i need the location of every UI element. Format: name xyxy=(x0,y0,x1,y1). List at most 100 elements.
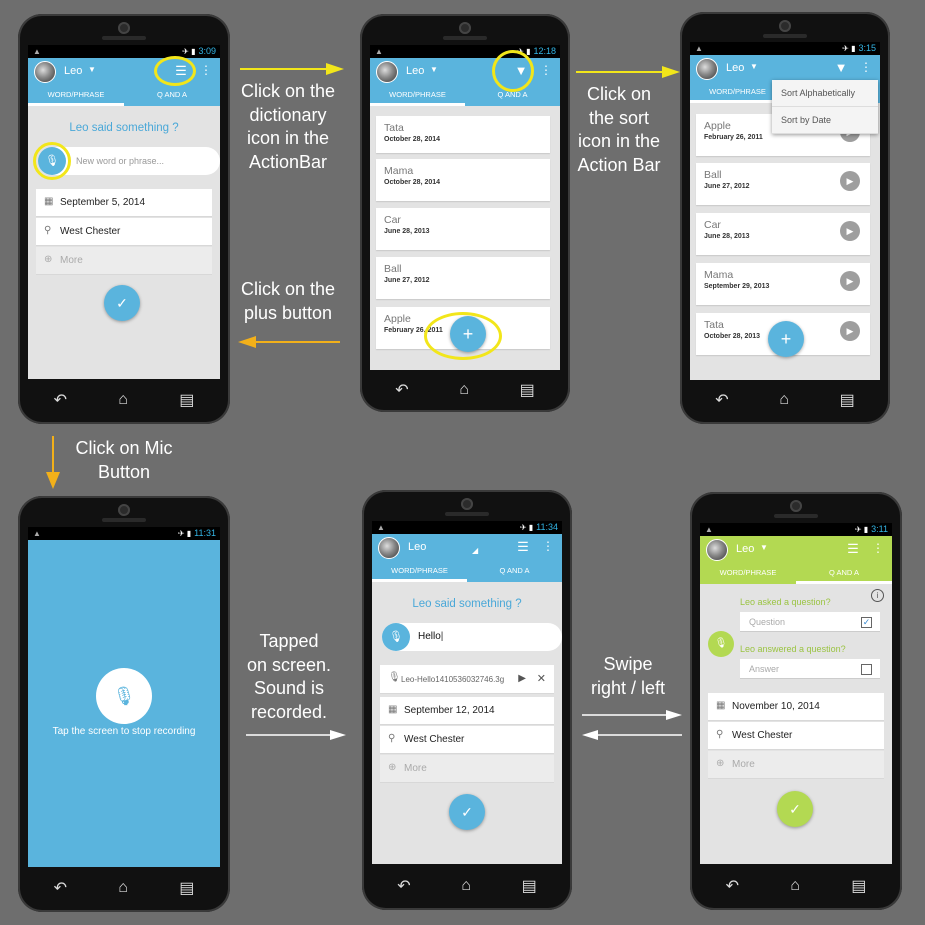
dropdown-caret-icon[interactable]: ◢ xyxy=(472,546,478,555)
tab-word-phrase[interactable]: WORD/PHRASE xyxy=(700,564,796,584)
avatar[interactable] xyxy=(378,537,400,559)
answer-field[interactable]: Answer xyxy=(740,659,880,679)
play-icon[interactable]: ▶ xyxy=(840,221,860,241)
date-row[interactable]: ▦ September 12, 2014 xyxy=(380,697,554,725)
confirm-button[interactable]: ✓ xyxy=(104,285,140,321)
home-icon[interactable]: ⌂ xyxy=(790,877,800,895)
add-circle-icon: ⊕ xyxy=(388,762,397,773)
back-icon[interactable]: ↶ xyxy=(395,380,408,400)
avatar[interactable] xyxy=(34,61,56,83)
overflow-menu-icon[interactable]: ⋮ xyxy=(200,63,212,77)
back-icon[interactable]: ↶ xyxy=(397,876,410,896)
arrow-down-icon xyxy=(46,436,60,489)
front-camera xyxy=(779,20,791,32)
menu-item-sort-by-date[interactable]: Sort by Date xyxy=(772,107,878,134)
back-icon[interactable]: ↶ xyxy=(715,390,728,410)
user-name[interactable]: Leo xyxy=(64,65,82,77)
menu-item-sort-alphabetically[interactable]: Sort Alphabetically xyxy=(772,80,878,107)
confirm-button[interactable]: ✓ xyxy=(449,794,485,830)
recording-mic-button[interactable]: 🎙 xyxy=(96,668,152,724)
back-icon[interactable]: ↶ xyxy=(726,876,739,896)
location-row[interactable]: ⚲ West Chester xyxy=(708,722,884,750)
avatar[interactable] xyxy=(696,58,718,80)
arrow-left-icon xyxy=(238,336,340,348)
home-icon[interactable]: ⌂ xyxy=(459,381,469,399)
phone-recorded-word: ▲ ✈ ▮ 11:34 Leo ◢ ☰ ⋮ WORD/PHRASE Q AND A … xyxy=(362,490,572,910)
list-item[interactable]: Mama October 28, 2014 xyxy=(376,159,550,201)
question-field[interactable]: Question ✓ xyxy=(740,612,880,632)
location-row[interactable]: ⚲ West Chester xyxy=(36,218,212,246)
dropdown-caret-icon[interactable]: ▼ xyxy=(750,62,758,71)
location-row[interactable]: ⚲ West Chester xyxy=(380,726,554,754)
avatar[interactable] xyxy=(706,539,728,561)
status-bar: ▲ ✈ ▮ 11:31 xyxy=(28,527,220,540)
screen: ▲ ✈ ▮ 11:31 🎙 Tap the screen to stop recor… xyxy=(28,527,220,867)
mic-button[interactable]: 🎙 xyxy=(382,623,410,651)
filter-highlight-ring xyxy=(492,50,534,92)
overflow-menu-icon[interactable]: ⋮ xyxy=(860,60,872,74)
recording-row: 🎙 Leo-Hello1410536032746.3g ▶ ✕ xyxy=(380,665,554,694)
user-name[interactable]: Leo xyxy=(736,543,754,555)
list-item[interactable]: Ball June 27, 2012 ▶ xyxy=(696,163,870,205)
overflow-menu-icon[interactable]: ⋮ xyxy=(872,541,884,555)
back-icon[interactable]: ↶ xyxy=(54,878,67,898)
status-time: 3:15 xyxy=(858,43,876,53)
home-icon[interactable]: ⌂ xyxy=(118,879,128,897)
tab-word-phrase[interactable]: WORD/PHRASE xyxy=(690,83,785,103)
filter-sort-icon[interactable]: ▼ xyxy=(832,60,850,75)
list-item[interactable]: Car June 28, 2013 xyxy=(376,208,550,250)
status-bar: ▲ ✈ ▮ 3:15 xyxy=(690,42,880,55)
play-icon[interactable]: ▶ xyxy=(840,321,860,341)
user-name[interactable]: Leo xyxy=(406,65,424,77)
overflow-menu-icon[interactable]: ⋮ xyxy=(540,63,552,77)
home-icon[interactable]: ⌂ xyxy=(118,391,128,409)
more-row[interactable]: ⊕ More xyxy=(708,751,884,779)
screen: ▲✈ ▮3:15 Leo ▼ ▼ ⋮ WORD/PHRASE Q AND A A… xyxy=(690,42,880,380)
info-icon[interactable]: i xyxy=(871,589,884,602)
status-bar: ▲ ✈ ▮ 3:09 xyxy=(28,45,220,58)
user-name[interactable]: Leo xyxy=(408,541,426,553)
mic-small-icon: 🎙 xyxy=(388,672,401,683)
more-row[interactable]: ⊕ More xyxy=(36,247,212,275)
avatar[interactable] xyxy=(376,61,398,83)
tab-word-phrase[interactable]: WORD/PHRASE xyxy=(372,562,467,582)
answer-checkbox[interactable] xyxy=(861,664,872,675)
play-icon[interactable]: ▶ xyxy=(840,171,860,191)
tab-q-and-a[interactable]: Q AND A xyxy=(124,86,220,106)
mic-button[interactable]: 🎙 xyxy=(708,631,734,657)
recents-icon[interactable]: ▤ xyxy=(520,380,535,400)
recents-icon[interactable]: ▤ xyxy=(522,876,537,896)
dropdown-caret-icon[interactable]: ▼ xyxy=(88,65,96,74)
overflow-menu-icon[interactable]: ⋮ xyxy=(542,539,554,553)
home-icon[interactable]: ⌂ xyxy=(779,391,789,409)
add-word-button[interactable]: + xyxy=(768,321,804,357)
confirm-button[interactable]: ✓ xyxy=(777,791,813,827)
recents-icon[interactable]: ▤ xyxy=(840,390,855,410)
play-recording-icon[interactable]: ▶ xyxy=(518,673,526,684)
list-item[interactable]: Mama September 29, 2013 ▶ xyxy=(696,263,870,305)
date-row[interactable]: ▦ November 10, 2014 xyxy=(708,693,884,721)
user-name[interactable]: Leo xyxy=(726,62,744,74)
date-row[interactable]: ▦ September 5, 2014 xyxy=(36,189,212,217)
tab-word-phrase[interactable]: WORD/PHRASE xyxy=(370,86,465,106)
dictionary-icon[interactable]: ☰ xyxy=(844,541,862,557)
delete-recording-icon[interactable]: ✕ xyxy=(537,672,546,685)
tab-q-and-a[interactable]: Q AND A xyxy=(796,564,892,584)
recents-icon[interactable]: ▤ xyxy=(851,876,866,896)
play-icon[interactable]: ▶ xyxy=(840,271,860,291)
recents-icon[interactable]: ▤ xyxy=(179,878,194,898)
list-item[interactable]: Ball June 27, 2012 xyxy=(376,257,550,299)
dictionary-icon[interactable]: ☰ xyxy=(514,539,532,555)
dropdown-caret-icon[interactable]: ▼ xyxy=(760,543,768,552)
more-row[interactable]: ⊕ More xyxy=(380,755,554,783)
question-checkbox[interactable]: ✓ xyxy=(861,617,872,628)
dropdown-caret-icon[interactable]: ▼ xyxy=(430,65,438,74)
list-item[interactable]: Car June 28, 2013 ▶ xyxy=(696,213,870,255)
home-icon[interactable]: ⌂ xyxy=(461,877,471,895)
tab-q-and-a[interactable]: Q AND A xyxy=(467,562,562,582)
list-item[interactable]: Tata October 28, 2014 xyxy=(376,116,550,153)
tab-word-phrase[interactable]: WORD/PHRASE xyxy=(28,86,124,106)
caption-tapped: Tapped on screen. Sound is recorded. xyxy=(246,631,332,722)
back-icon[interactable]: ↶ xyxy=(54,390,67,410)
recents-icon[interactable]: ▤ xyxy=(179,390,194,410)
